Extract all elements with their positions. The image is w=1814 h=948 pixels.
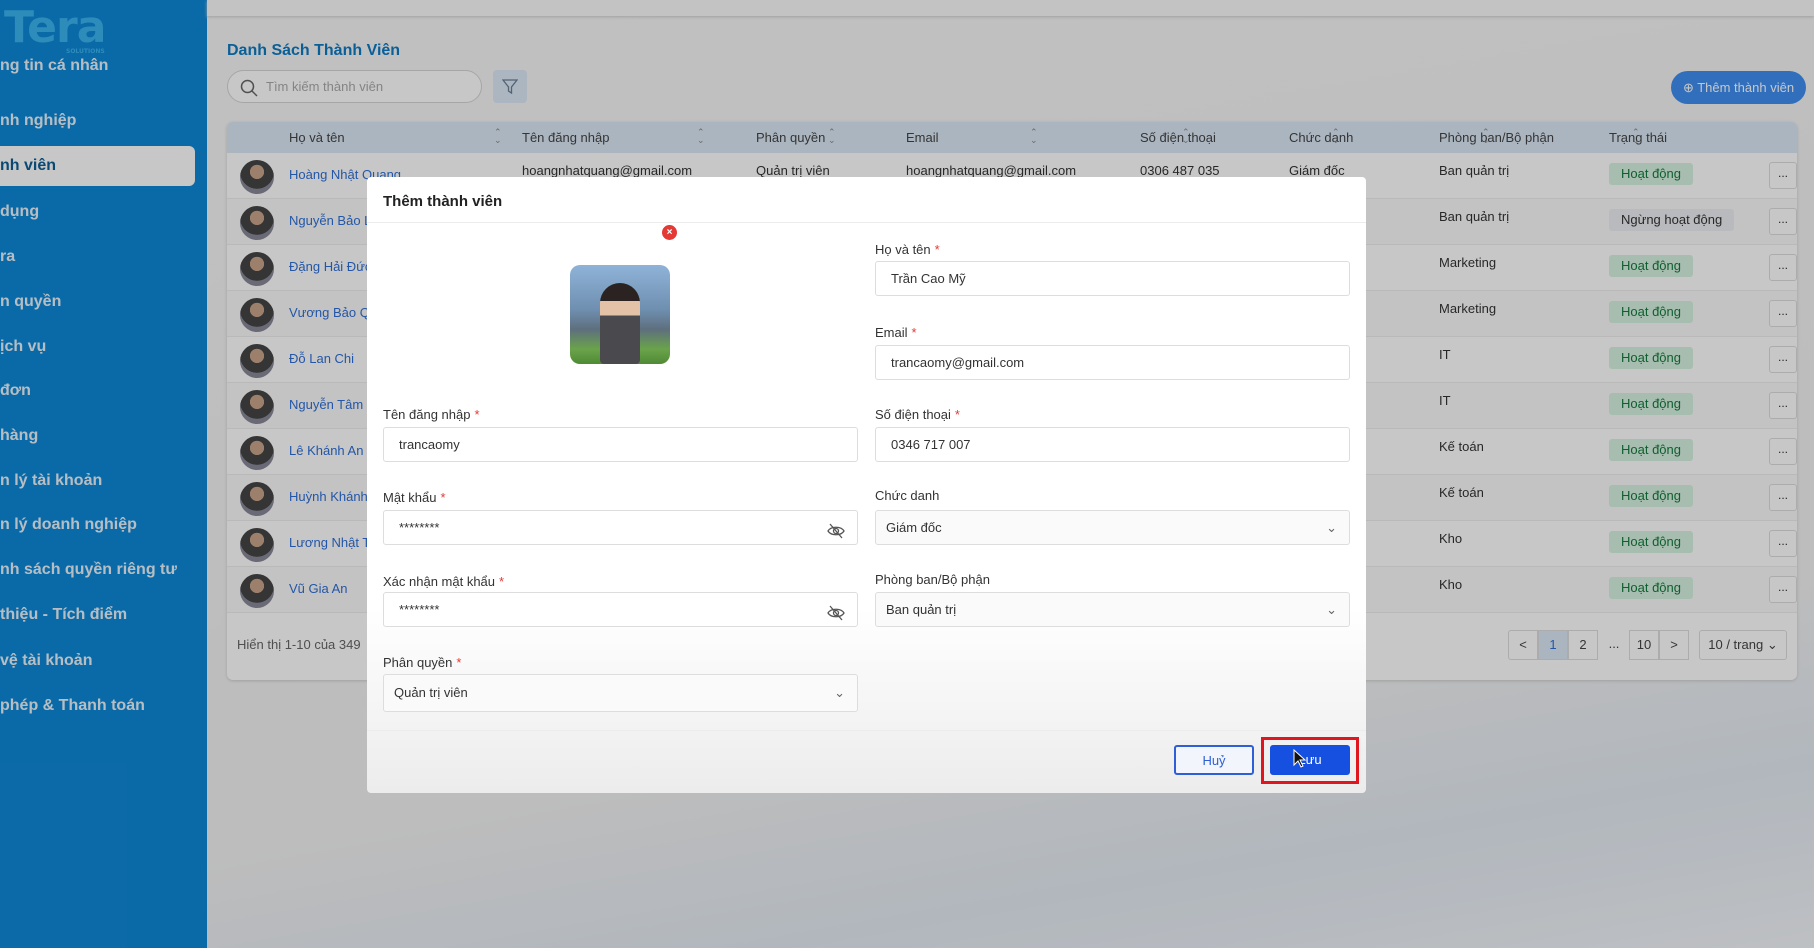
phone-input[interactable]: 0346 717 007 — [875, 427, 1350, 462]
required-mark: * — [934, 242, 940, 257]
password-input[interactable]: ******** — [383, 510, 858, 545]
field-label-username: Tên đăng nhập * — [383, 407, 480, 422]
field-value: trancaomy@gmail.com — [891, 355, 1025, 370]
username-input[interactable]: trancaomy — [383, 427, 858, 462]
field-value: Giám đốc — [886, 520, 942, 535]
fullname-input[interactable]: Trần Cao Mỹ — [875, 261, 1350, 296]
field-label-role: Phân quyền * — [383, 655, 461, 670]
label-text: Xác nhận mật khẩu — [383, 574, 496, 589]
eye-off-icon[interactable] — [827, 601, 845, 621]
label-text: Mật khẩu — [383, 490, 437, 505]
label-text: Phân quyền — [383, 655, 453, 670]
role-select[interactable]: Quản trị viên ⌄ — [383, 674, 858, 712]
cancel-button[interactable]: Huỷ — [1174, 745, 1254, 775]
required-mark: * — [456, 655, 462, 670]
field-label-email: Email * — [875, 325, 917, 340]
label-text: Họ và tên — [875, 242, 931, 257]
chevron-down-icon: ⌄ — [1326, 520, 1337, 535]
remove-photo-icon[interactable]: × — [662, 225, 677, 240]
chevron-down-icon: ⌄ — [1326, 602, 1337, 617]
label-text: Email — [875, 325, 908, 340]
field-value: Quản trị viên — [394, 685, 468, 700]
field-label-department: Phòng ban/Bộ phận — [875, 572, 990, 587]
department-select[interactable]: Ban quản trị ⌄ — [875, 592, 1350, 627]
field-label-phone: Số điện thoại * — [875, 407, 960, 422]
field-label-confirm_password: Xác nhận mật khẩu * — [383, 574, 504, 589]
required-mark: * — [440, 490, 446, 505]
highlight-box — [1261, 737, 1359, 784]
avatar-preview[interactable] — [570, 265, 670, 364]
eye-off-icon[interactable] — [827, 519, 845, 539]
field-value: trancaomy — [399, 437, 460, 452]
email-input[interactable]: trancaomy@gmail.com — [875, 345, 1350, 380]
field-label-job_title: Chức danh — [875, 488, 939, 503]
confirm_password-input[interactable]: ******** — [383, 592, 858, 627]
chevron-down-icon: ⌄ — [834, 685, 845, 700]
label-text: Số điện thoại — [875, 407, 951, 422]
job_title-select[interactable]: Giám đốc ⌄ — [875, 510, 1350, 545]
required-mark: * — [474, 407, 480, 422]
label-text: Tên đăng nhập — [383, 407, 471, 422]
field-value: ******** — [399, 520, 440, 535]
modal-title: Thêm thành viên — [383, 193, 503, 210]
divider — [367, 222, 1366, 223]
required-mark: * — [911, 325, 917, 340]
field-value: Ban quản trị — [886, 602, 957, 617]
add-member-modal: Thêm thành viên × Họ và tên * Trần Cao Mỹ E… — [367, 177, 1366, 793]
label-text: Phòng ban/Bộ phận — [875, 572, 990, 587]
field-value: Trần Cao Mỹ — [891, 271, 966, 286]
required-mark: * — [499, 574, 505, 589]
required-mark: * — [954, 407, 960, 422]
label-text: Chức danh — [875, 488, 940, 503]
field-value: ******** — [399, 602, 440, 617]
field-value: 0346 717 007 — [891, 437, 971, 452]
divider — [367, 730, 1366, 731]
cursor-icon — [1293, 749, 1307, 768]
field-label-fullname: Họ và tên * — [875, 242, 940, 257]
field-label-password: Mật khẩu * — [383, 490, 446, 505]
